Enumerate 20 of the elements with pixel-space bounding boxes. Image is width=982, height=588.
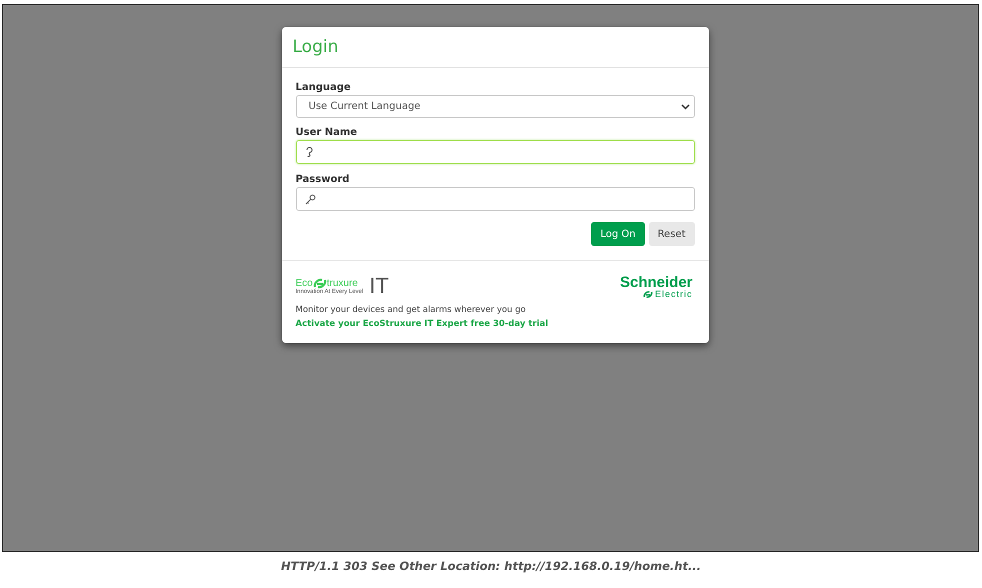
logo-text: IT [369,275,389,297]
logo-text: Schneider [620,275,692,290]
input-field[interactable] [296,140,694,164]
key-icon [304,194,316,204]
language-dropdown[interactable]: Use Current Language [296,95,694,118]
logo-symbol-icon [642,290,653,299]
status-caption: HTTP/1.1 303 See Other Location: http://192.168.0.19/home.ht... [280,559,702,573]
reset-button[interactable]: Reset [648,222,694,246]
chevron-icon [680,104,690,110]
field-label: Password [296,174,350,185]
field-label: Language [296,82,352,93]
logo-text: Eco [296,278,313,288]
logo-text: truxure [326,278,358,288]
log-on-button[interactable]: Log On [591,222,645,246]
promo-text: Monitor your devices and get alarms wherever you go [296,305,527,315]
dialog-title: Login [292,37,338,57]
logo-text: Electric [654,290,692,299]
field-label: User Name [296,127,358,138]
logo-symbol-icon [312,278,327,288]
input-field[interactable] [296,187,694,211]
